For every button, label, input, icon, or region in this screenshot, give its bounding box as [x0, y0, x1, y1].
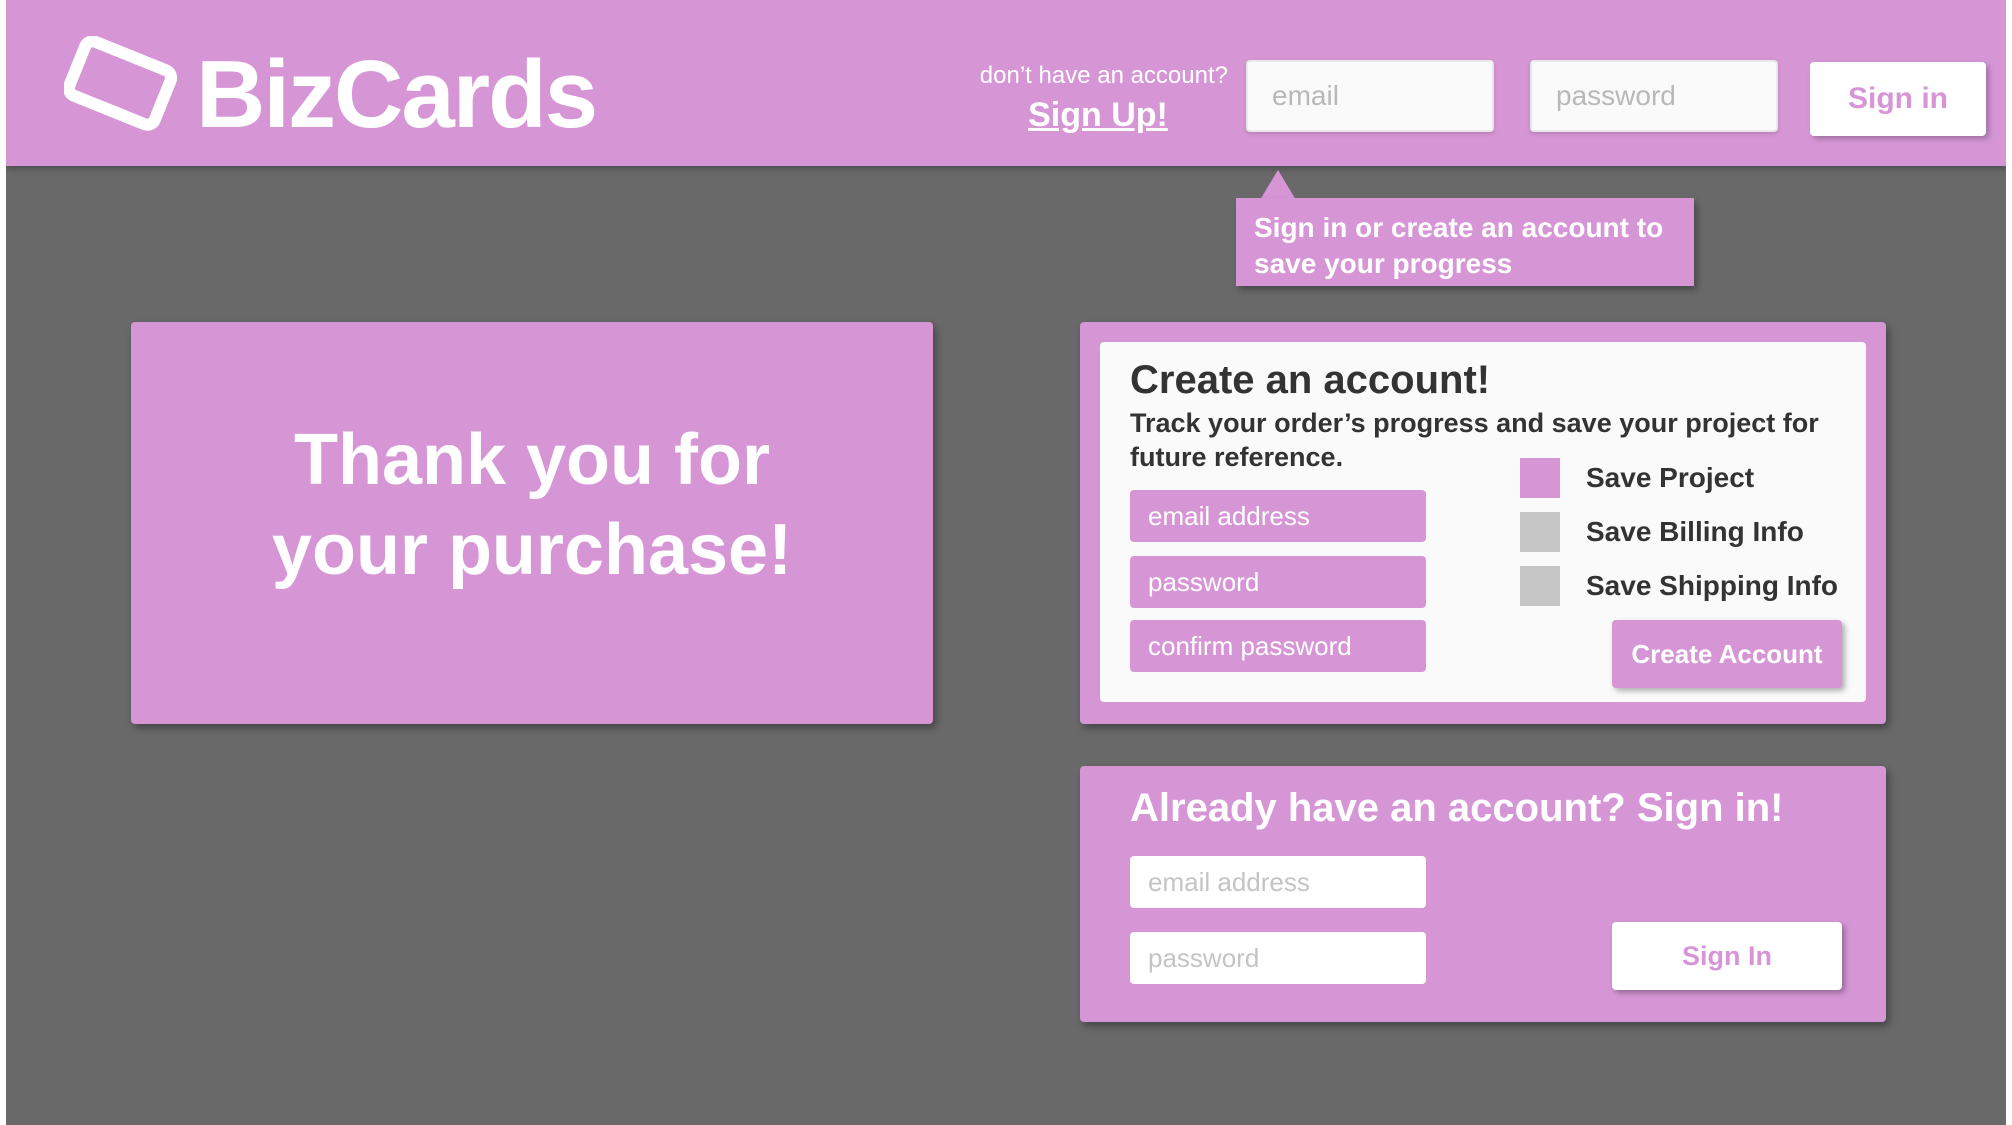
top-header: BizCards don’t have an account? Sign Up!… — [6, 0, 2006, 166]
tooltip-arrow — [1260, 170, 1296, 200]
page-canvas: BizCards don’t have an account? Sign Up!… — [6, 0, 2006, 1125]
save-project-option[interactable]: Save Project — [1520, 458, 1754, 498]
header-signin-button[interactable]: Sign in — [1810, 62, 1986, 136]
save-shipping-option[interactable]: Save Shipping Info — [1520, 566, 1838, 606]
create-account-button[interactable]: Create Account — [1612, 620, 1842, 688]
signin-button[interactable]: Sign In — [1612, 922, 1842, 990]
create-account-title: Create an account! — [1130, 358, 1491, 402]
confirm-password-input[interactable] — [1130, 620, 1426, 672]
header-email-input[interactable] — [1246, 60, 1494, 132]
save-project-label: Save Project — [1586, 462, 1755, 493]
save-billing-option[interactable]: Save Billing Info — [1520, 512, 1804, 552]
header-password-input[interactable] — [1530, 60, 1778, 132]
signin-email-input[interactable] — [1130, 856, 1426, 908]
brand-name[interactable]: BizCards — [196, 30, 598, 160]
sign-in-panel: Already have an account? Sign in! Sign I… — [1080, 766, 1886, 1022]
create-password-input[interactable] — [1130, 556, 1426, 608]
create-account-card: Create an account! Track your order’s pr… — [1100, 342, 1866, 702]
save-shipping-checkbox[interactable] — [1520, 566, 1560, 606]
save-billing-label: Save Billing Info — [1586, 516, 1804, 547]
save-billing-checkbox[interactable] — [1520, 512, 1560, 552]
thank-you-message: Thank you for your purchase! — [271, 420, 793, 590]
thank-you-panel: Thank you for your purchase! — [131, 322, 933, 724]
save-shipping-label: Save Shipping Info — [1586, 570, 1839, 601]
save-project-checkbox[interactable] — [1520, 458, 1560, 498]
create-account-panel: Create an account! Track your order’s pr… — [1080, 322, 1886, 724]
sign-in-title: Already have an account? Sign in! — [1130, 786, 1784, 830]
card-logo-icon — [64, 36, 178, 131]
no-account-text: don’t have an account? — [979, 62, 1228, 89]
save-progress-tooltip: Sign in or create an account to save you… — [1236, 198, 1694, 286]
signin-password-input[interactable] — [1130, 932, 1426, 984]
signup-link[interactable]: Sign Up! — [1028, 96, 1168, 135]
create-email-input[interactable] — [1130, 490, 1426, 542]
